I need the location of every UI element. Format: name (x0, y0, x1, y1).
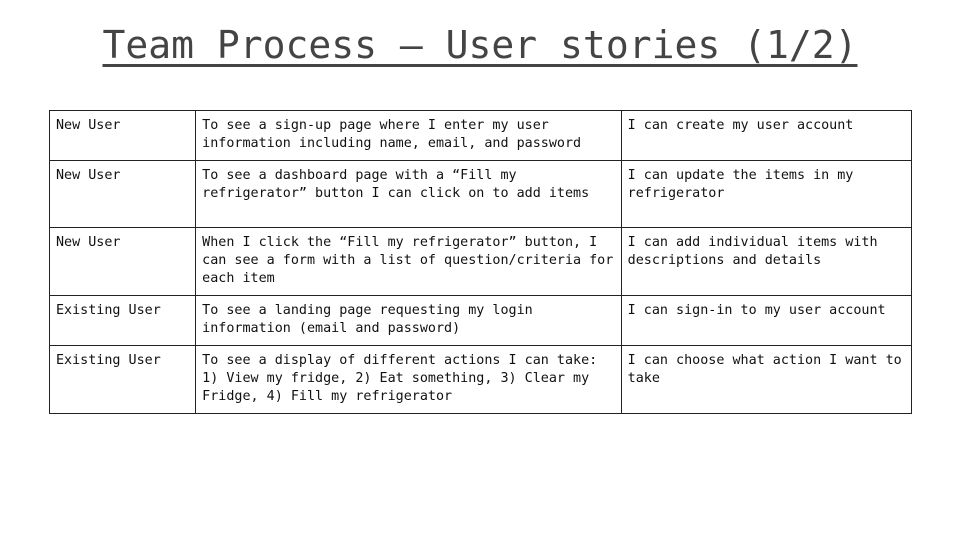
want-cell: To see a sign-up page where I enter my u… (195, 110, 622, 161)
want-text: To see a display of different actions I … (202, 353, 598, 404)
table-row: New User To see a sign-up page where I e… (48, 110, 913, 161)
benefit-cell: I can choose what action I want to take (620, 345, 913, 414)
benefit-text: I can choose what action I want to take (627, 353, 902, 386)
benefit-cell: I can sign-in to my user account (620, 295, 913, 346)
table-row: New User When I click the “Fill my refri… (48, 227, 913, 296)
benefit-text: I can create my user account (627, 118, 854, 133)
user-stories-table: New User To see a sign-up page where I e… (48, 110, 913, 414)
benefit-text: I can update the items in my refrigerato… (627, 168, 854, 201)
want-cell: To see a display of different actions I … (195, 345, 622, 414)
benefit-cell: I can update the items in my refrigerato… (620, 160, 913, 228)
table-row: New User To see a dashboard page with a … (48, 160, 913, 228)
role-cell: New User (48, 110, 197, 161)
role-text: New User (56, 118, 121, 133)
want-cell: To see a dashboard page with a “Fill my … (195, 160, 622, 228)
role-cell: New User (48, 160, 197, 228)
role-text: New User (56, 235, 121, 250)
benefit-cell: I can add individual items with descript… (620, 227, 913, 296)
role-text: Existing User (56, 303, 161, 318)
want-text: To see a landing page requesting my logi… (202, 303, 533, 336)
role-text: New User (56, 168, 121, 183)
role-cell: Existing User (48, 295, 197, 346)
role-cell: Existing User (48, 345, 197, 414)
slide-title: Team Process – User stories (1/2) (102, 23, 858, 67)
want-text: To see a sign-up page where I enter my u… (202, 118, 582, 151)
want-text: When I click the “Fill my refrigerator” … (202, 235, 614, 286)
benefit-cell: I can create my user account (620, 110, 913, 161)
want-cell: When I click the “Fill my refrigerator” … (195, 227, 622, 296)
benefit-text: I can add individual items with descript… (627, 235, 878, 268)
table-row: Existing User To see a landing page requ… (48, 295, 913, 346)
want-text: To see a dashboard page with a “Fill my … (202, 168, 590, 201)
table-row: Existing User To see a display of differ… (48, 345, 913, 414)
want-cell: To see a landing page requesting my logi… (195, 295, 622, 346)
role-text: Existing User (56, 353, 161, 368)
role-cell: New User (48, 227, 197, 296)
benefit-text: I can sign-in to my user account (627, 303, 886, 318)
